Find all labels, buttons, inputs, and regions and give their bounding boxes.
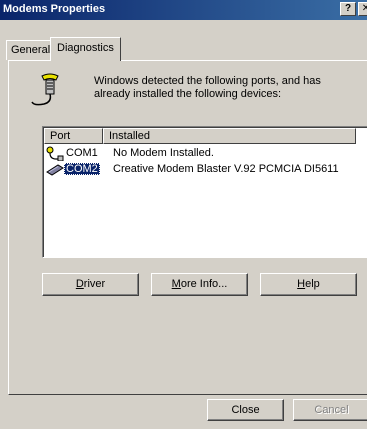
modems-properties-window: Modems Properties ? ✕ General Diagnostic… [0,0,367,429]
more-info-button[interactable]: More Info... [151,273,248,296]
driver-button[interactable]: Driver [42,273,139,296]
column-header-port[interactable]: Port [44,128,103,144]
driver-label: river [83,278,106,290]
port-label: COM2 [64,163,100,175]
pcmcia-card-icon [46,164,64,176]
list-row-com1[interactable]: COM1 No Modem Installed. [44,146,367,161]
installed-label: No Modem Installed. [113,147,214,159]
help-button[interactable]: Help [260,273,357,296]
modem-icon [31,73,59,106]
driver-mnemonic: D [75,278,84,290]
column-header-installed[interactable]: Installed [103,128,356,144]
tab-general[interactable]: General [6,40,56,60]
tab-diagnostics[interactable]: Diagnostics [50,37,121,61]
diagnostics-description: Windows detected the following ports, an… [94,75,354,101]
list-header: Port Installed [44,128,367,144]
help-label: elp [305,278,320,290]
close-title-button[interactable]: ✕ [358,2,367,16]
description-line-1: Windows detected the following ports, an… [94,75,321,87]
list-row-com2[interactable]: COM2 Creative Modem Blaster V.92 PCMCIA … [44,162,367,177]
help-mnemonic: H [297,278,306,290]
serial-port-icon [46,146,64,161]
port-label: COM1 [66,147,98,159]
title-bar[interactable]: Modems Properties ? ✕ [0,0,367,20]
more-info-label: ore Info... [180,278,228,290]
ports-list[interactable]: Port Installed COM1 No Modem Installed. … [42,126,367,258]
close-button[interactable]: Close [207,399,284,421]
cancel-button[interactable]: Cancel [293,399,367,421]
installed-label: Creative Modem Blaster V.92 PCMCIA DI561… [113,163,339,175]
help-title-button[interactable]: ? [340,2,356,16]
description-line-2: already installed the following devices: [94,88,282,100]
more-info-mnemonic: M [171,278,181,290]
cancel-label: Cancel [314,404,349,416]
window-title: Modems Properties [3,3,106,15]
